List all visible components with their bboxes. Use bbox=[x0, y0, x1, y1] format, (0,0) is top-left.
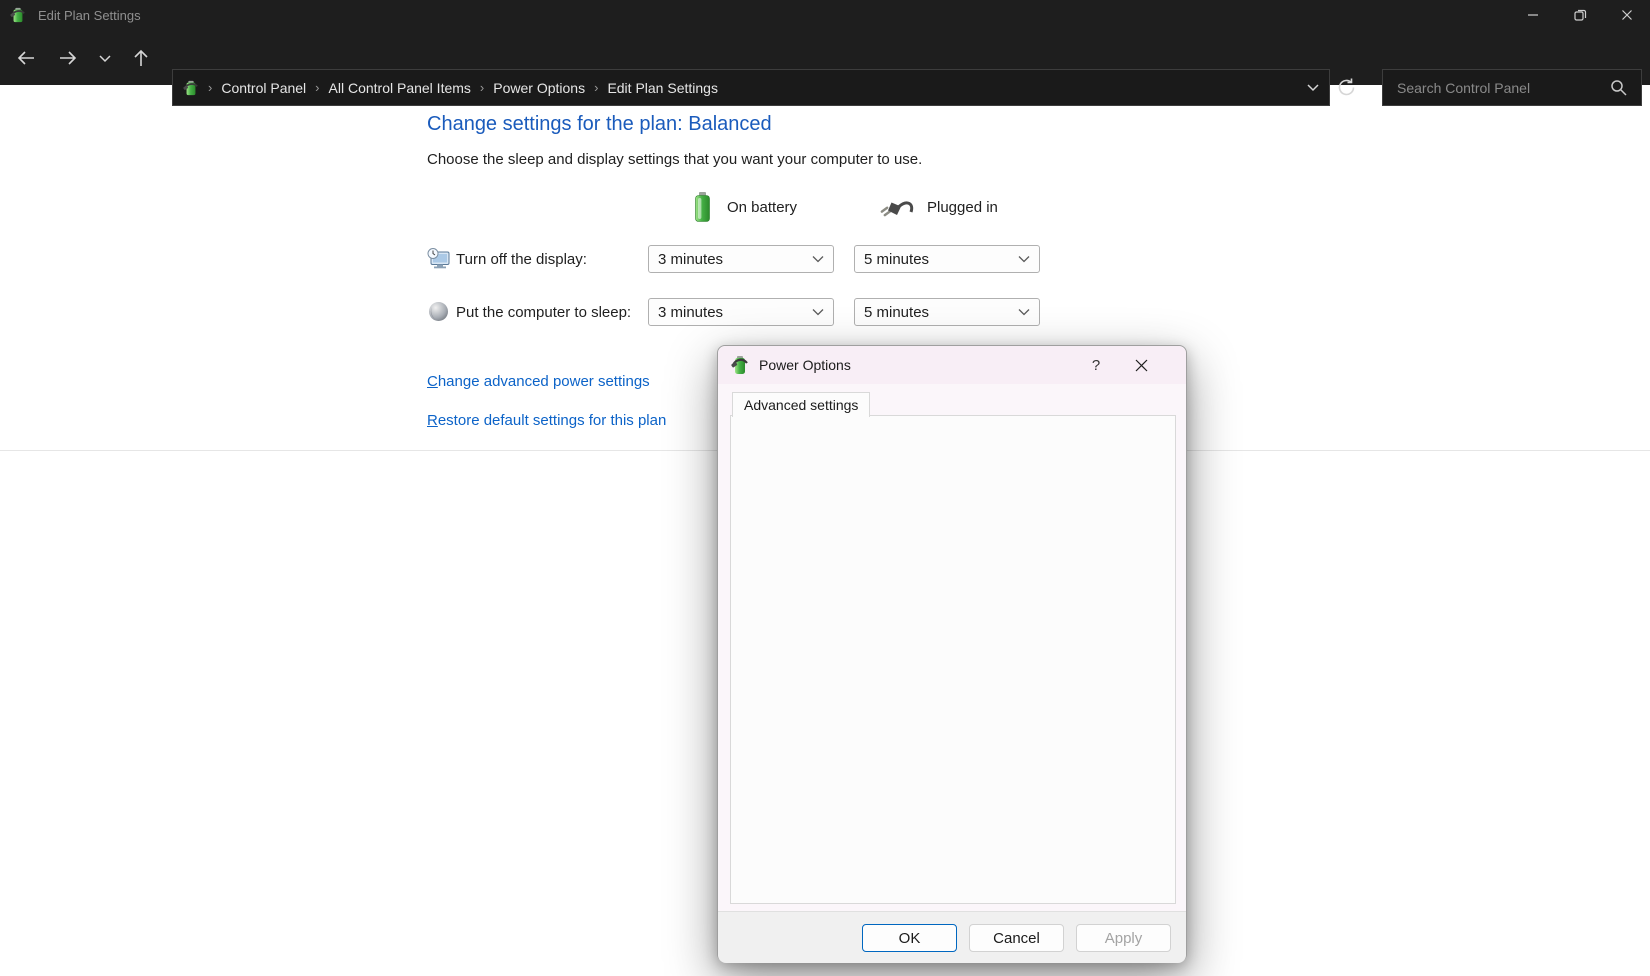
display-on-battery-select[interactable]: 3 minutes bbox=[648, 245, 834, 273]
breadcrumb-item-control-panel[interactable]: Control Panel bbox=[221, 80, 306, 96]
apply-button[interactable]: Apply bbox=[1076, 924, 1171, 952]
tab-page bbox=[730, 415, 1176, 904]
breadcrumb-item-all-items[interactable]: All Control Panel Items bbox=[329, 80, 471, 96]
chevron-down-icon bbox=[812, 255, 824, 263]
sleep-plugged-in-select[interactable]: 5 minutes bbox=[854, 298, 1040, 326]
cancel-button[interactable]: Cancel bbox=[969, 924, 1064, 952]
battery-icon bbox=[10, 7, 26, 23]
up-icon[interactable] bbox=[130, 47, 152, 69]
sleep-icon bbox=[428, 301, 449, 322]
breadcrumb-item-edit-plan[interactable]: Edit Plan Settings bbox=[607, 80, 718, 96]
breadcrumb-chevron-icon: › bbox=[208, 80, 212, 95]
restore-default-settings-link[interactable]: Restore default settings for this plan bbox=[427, 412, 666, 429]
address-dropdown-chevron-icon[interactable] bbox=[1305, 79, 1321, 95]
tab-advanced-settings[interactable]: Advanced settings bbox=[732, 392, 870, 417]
plugged-in-icon bbox=[880, 198, 916, 218]
chevron-down-icon bbox=[812, 308, 824, 316]
close-button[interactable] bbox=[1603, 0, 1650, 30]
display-plugged-in-select[interactable]: 5 minutes bbox=[854, 245, 1040, 273]
on-battery-icon bbox=[693, 192, 712, 222]
setting-label-display: Turn off the display: bbox=[456, 251, 587, 268]
power-options-dialog: Power Options ? Advanced settings Select… bbox=[717, 345, 1187, 962]
breadcrumb-item-power-options[interactable]: Power Options bbox=[493, 80, 585, 96]
dialog-titlebar: Power Options ? bbox=[718, 346, 1186, 384]
breadcrumb-chevron-icon: › bbox=[594, 80, 598, 95]
ok-button[interactable]: OK bbox=[862, 924, 957, 952]
dialog-title: Power Options bbox=[759, 357, 851, 373]
caption-buttons bbox=[1509, 0, 1650, 30]
screen: Edit Plan Settings bbox=[0, 0, 1650, 976]
back-icon[interactable] bbox=[15, 47, 37, 69]
column-header-plugged-in: Plugged in bbox=[927, 199, 998, 216]
battery-icon bbox=[731, 355, 749, 375]
chevron-down-icon bbox=[1018, 308, 1030, 316]
refresh-icon[interactable] bbox=[1336, 77, 1357, 98]
minimize-button[interactable] bbox=[1509, 0, 1556, 30]
column-header-on-battery: On battery bbox=[727, 199, 797, 216]
window-title: Edit Plan Settings bbox=[38, 8, 141, 23]
chevron-down-icon bbox=[1018, 255, 1030, 263]
search-input[interactable] bbox=[1383, 80, 1610, 96]
setting-label-sleep: Put the computer to sleep: bbox=[456, 304, 631, 321]
sleep-on-battery-select[interactable]: 3 minutes bbox=[648, 298, 834, 326]
recent-pages-chevron-icon[interactable] bbox=[94, 47, 116, 69]
dialog-close-button[interactable] bbox=[1124, 351, 1158, 379]
page-title: Change settings for the plan: Balanced bbox=[427, 113, 772, 136]
change-advanced-settings-link[interactable]: Change advanced power settings bbox=[427, 373, 650, 390]
breadcrumb[interactable]: › Control Panel › All Control Panel Item… bbox=[172, 69, 1330, 106]
help-button[interactable]: ? bbox=[1084, 353, 1108, 377]
breadcrumb-chevron-icon: › bbox=[480, 80, 484, 95]
forward-icon[interactable] bbox=[57, 47, 79, 69]
battery-icon bbox=[183, 80, 199, 96]
maximize-button[interactable] bbox=[1556, 0, 1603, 30]
navigation-bar: › Control Panel › All Control Panel Item… bbox=[0, 30, 1650, 85]
display-icon bbox=[427, 247, 450, 270]
window-titlebar: Edit Plan Settings bbox=[0, 0, 1650, 30]
page-subtitle: Choose the sleep and display settings th… bbox=[427, 151, 922, 168]
dialog-footer: OK Cancel Apply bbox=[718, 911, 1186, 963]
search-bar bbox=[1382, 69, 1642, 106]
breadcrumb-chevron-icon: › bbox=[315, 80, 319, 95]
search-icon[interactable] bbox=[1610, 79, 1627, 96]
